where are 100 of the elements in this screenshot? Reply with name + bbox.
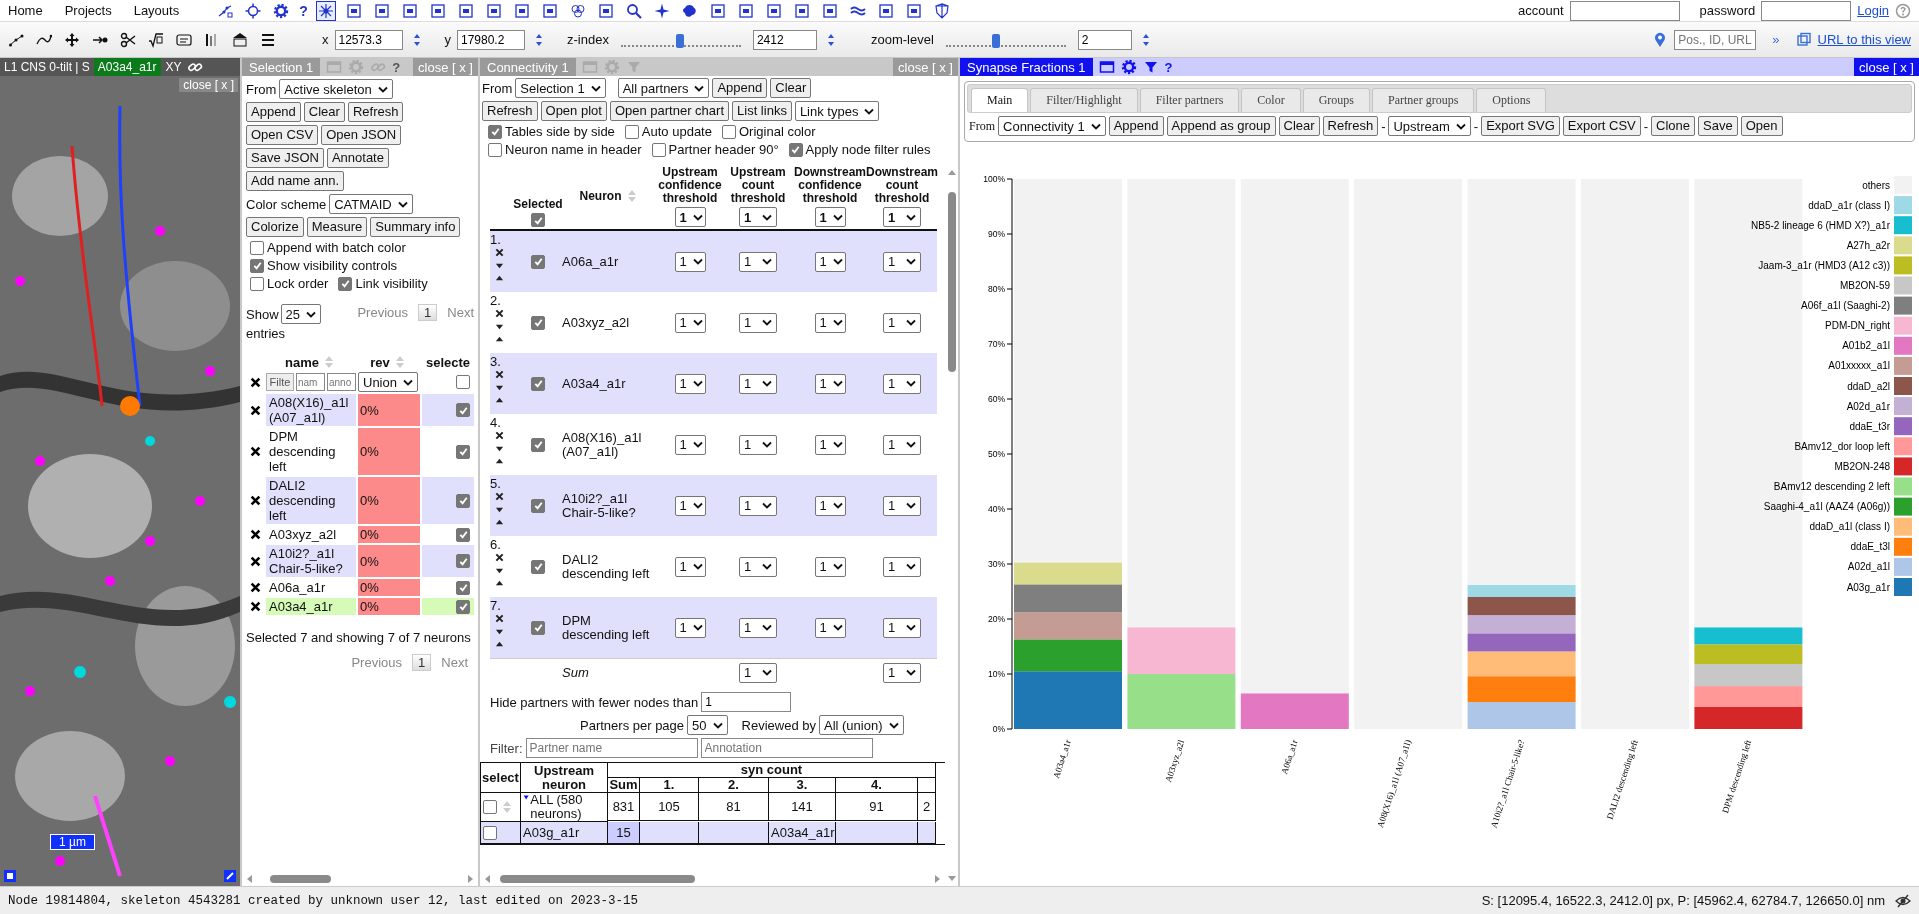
- remove-icon[interactable]: [495, 309, 504, 318]
- threshold-dropdown[interactable]: 1: [674, 373, 706, 394]
- move-up-icon[interactable]: [495, 518, 504, 527]
- button[interactable]: Save: [1698, 116, 1738, 136]
- threshold-dropdown[interactable]: 1: [883, 495, 921, 516]
- square-tool-icon[interactable]: [373, 2, 390, 19]
- threshold-dropdown[interactable]: 1: [814, 251, 846, 272]
- checkbox[interactable]: [250, 258, 264, 273]
- shield-icon[interactable]: [933, 2, 950, 19]
- square-tool-icon[interactable]: [877, 2, 894, 19]
- checkbox[interactable]: [788, 142, 803, 157]
- square-tool-icon[interactable]: [737, 2, 754, 19]
- square-tool-icon[interactable]: [765, 2, 782, 19]
- square-tool-icon[interactable]: [905, 2, 922, 19]
- threshold-dropdown[interactable]: 1: [814, 617, 846, 638]
- button[interactable]: Append: [1108, 116, 1164, 136]
- button[interactable]: Measure: [306, 217, 368, 237]
- y-field[interactable]: 17980.2: [457, 29, 525, 50]
- remove-icon[interactable]: [249, 555, 261, 567]
- color-scheme-dropdown[interactable]: CATMAID: [329, 194, 413, 214]
- move-down-icon[interactable]: [495, 444, 504, 453]
- button[interactable]: List links: [732, 101, 792, 121]
- tab[interactable]: Filter/Highlight: [1030, 88, 1138, 112]
- threshold-dropdown[interactable]: 1: [814, 207, 846, 227]
- help-icon[interactable]: ?: [1164, 59, 1173, 75]
- button[interactable]: Clear: [770, 78, 812, 98]
- more-button[interactable]: »: [1772, 32, 1780, 47]
- remove-icon[interactable]: [495, 553, 504, 562]
- column-header[interactable]: 2.: [699, 778, 769, 793]
- search-icon[interactable]: [625, 2, 642, 19]
- column-header[interactable]: selecte: [425, 354, 471, 370]
- scrollbar-thumb[interactable]: [500, 875, 696, 883]
- square-tool-icon[interactable]: [597, 2, 614, 19]
- help-icon[interactable]: [1895, 2, 1911, 19]
- source-dropdown[interactable]: Connectivity 1: [998, 116, 1106, 136]
- checkbox[interactable]: [250, 276, 264, 291]
- help-icon[interactable]: ?: [299, 2, 308, 19]
- checkbox[interactable]: [488, 124, 502, 139]
- annotation-field[interactable]: Annotation: [700, 738, 873, 758]
- menu-item[interactable]: Layouts: [133, 3, 180, 18]
- threshold-dropdown[interactable]: 1: [883, 617, 921, 638]
- threshold-dropdown[interactable]: 1: [814, 556, 846, 577]
- checkbox[interactable]: [456, 554, 470, 568]
- square-tool-icon[interactable]: [821, 2, 838, 19]
- move-up-icon[interactable]: [495, 274, 504, 283]
- square-tool-icon[interactable]: [793, 2, 810, 19]
- login-link[interactable]: Login: [1857, 3, 1889, 18]
- move-up-icon[interactable]: [495, 640, 504, 649]
- square-tool-icon[interactable]: [513, 2, 530, 19]
- move-up-icon[interactable]: [495, 335, 504, 344]
- threshold-dropdown[interactable]: 1: [883, 251, 921, 272]
- column-header[interactable]: 4.: [836, 778, 918, 793]
- crosshair-icon[interactable]: [245, 2, 262, 19]
- menu-item[interactable]: Home: [8, 3, 43, 18]
- column-header[interactable]: Neuron: [579, 189, 622, 203]
- checkbox[interactable]: [483, 800, 497, 814]
- threshold-dropdown[interactable]: 1: [883, 312, 921, 333]
- tab[interactable]: Groups: [1302, 88, 1371, 112]
- help-icon[interactable]: ?: [392, 59, 401, 75]
- button[interactable]: Open JSON: [321, 125, 402, 145]
- tag-icon[interactable]: [176, 31, 192, 48]
- root-icon[interactable]: [148, 31, 164, 48]
- square-tool-icon[interactable]: [429, 2, 446, 19]
- checkbox[interactable]: [531, 376, 545, 391]
- page-button[interactable]: 1: [412, 654, 432, 671]
- url-link[interactable]: URL to this view: [1817, 32, 1911, 47]
- button[interactable]: Save JSON: [246, 148, 324, 168]
- column-header[interactable]: 1.: [640, 778, 699, 793]
- move-down-icon[interactable]: [495, 322, 504, 331]
- move-down-icon[interactable]: [495, 566, 504, 575]
- move-up-icon[interactable]: [495, 396, 504, 405]
- threshold-dropdown[interactable]: 1: [739, 207, 777, 227]
- column-header[interactable]: rev: [370, 354, 390, 370]
- page-size-dropdown[interactable]: 25: [280, 304, 321, 324]
- threshold-dropdown[interactable]: 1: [814, 495, 846, 516]
- threshold-dropdown[interactable]: 1: [674, 251, 706, 272]
- checkbox[interactable]: [624, 124, 639, 139]
- column-header[interactable]: Sum: [608, 778, 640, 793]
- source-dropdown[interactable]: Active skeleton: [279, 79, 393, 99]
- z-index-field[interactable]: 2412: [752, 29, 817, 50]
- remove-icon[interactable]: [249, 404, 261, 416]
- threshold-dropdown[interactable]: 1: [814, 434, 846, 455]
- button[interactable]: Clone: [1651, 116, 1696, 136]
- move-icon[interactable]: [64, 31, 80, 48]
- panel-icon[interactable]: [232, 31, 248, 48]
- threshold-dropdown[interactable]: 1: [674, 617, 706, 638]
- threshold-dropdown[interactable]: 1: [883, 556, 921, 577]
- scissors-icon[interactable]: [120, 31, 136, 48]
- threshold-dropdown[interactable]: 1: [739, 617, 777, 638]
- button[interactable]: Open partner chart: [609, 101, 730, 121]
- remove-icon[interactable]: [495, 431, 504, 440]
- remove-icon[interactable]: [495, 614, 504, 623]
- threshold-dropdown[interactable]: 1: [739, 495, 777, 516]
- checkbox[interactable]: [456, 493, 470, 508]
- column-header[interactable]: name: [285, 354, 319, 370]
- scroll-right-icon[interactable]: [933, 875, 941, 883]
- threshold-dropdown[interactable]: 1: [739, 662, 777, 683]
- close-button[interactable]: close [ x ]: [179, 78, 238, 92]
- button[interactable]: Annotate: [326, 148, 389, 168]
- pager-link[interactable]: Next: [447, 305, 474, 320]
